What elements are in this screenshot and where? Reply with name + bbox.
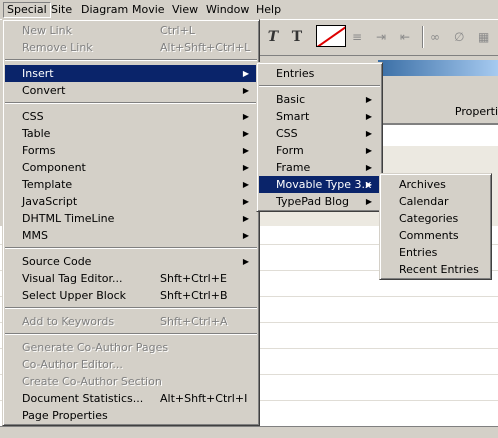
code-button[interactable]: T bbox=[286, 26, 308, 48]
link-icon[interactable]: ∞ bbox=[430, 30, 440, 44]
menu-site[interactable]: Site bbox=[48, 2, 75, 18]
menu-item-template[interactable]: Template ▶ bbox=[5, 176, 257, 193]
submenu-arrow-icon: ▶ bbox=[365, 197, 372, 206]
menu-separator bbox=[5, 247, 257, 249]
insert-item-form[interactable]: Form ▶ bbox=[259, 142, 380, 159]
insert-item-movable-type[interactable]: Movable Type 3.x ▶ bbox=[259, 176, 380, 193]
insert-item-basic[interactable]: Basic ▶ bbox=[259, 91, 380, 108]
menu-separator bbox=[259, 85, 380, 87]
special-menu: New Link Ctrl+L Remove Link Alt+Shft+Ctr… bbox=[2, 19, 260, 426]
menu-item-visual-tag-editor[interactable]: Visual Tag Editor... Shft+Ctrl+E bbox=[5, 270, 257, 287]
menu-bar: Special Site Diagram Movie View Window H… bbox=[0, 0, 498, 20]
outdent-icon[interactable]: ⇤ bbox=[400, 30, 410, 44]
indent-icon[interactable]: ⇥ bbox=[376, 30, 386, 44]
menu-item-table[interactable]: Table ▶ bbox=[5, 125, 257, 142]
submenu-arrow-icon: ▶ bbox=[365, 112, 372, 121]
menu-item-dhtml-timeline[interactable]: DHTML TimeLine ▶ bbox=[5, 210, 257, 227]
toolbar-separator bbox=[422, 26, 424, 48]
panel-title-bar bbox=[378, 60, 498, 76]
movable-type-submenu: Archives Calendar Categories Comments En… bbox=[379, 173, 492, 280]
mt-item-calendar[interactable]: Calendar bbox=[382, 193, 489, 210]
text-color-button[interactable] bbox=[316, 25, 346, 47]
menu-item-create-co-author-section[interactable]: Create Co-Author Section bbox=[5, 373, 257, 390]
mt-item-entries[interactable]: Entries bbox=[382, 244, 489, 261]
submenu-arrow-icon: ▶ bbox=[242, 163, 249, 172]
menu-separator bbox=[5, 102, 257, 104]
menu-item-convert[interactable]: Convert ▶ bbox=[5, 82, 257, 99]
submenu-arrow-icon: ▶ bbox=[365, 146, 372, 155]
submenu-arrow-icon: ▶ bbox=[365, 163, 372, 172]
menu-item-co-author-editor[interactable]: Co-Author Editor... bbox=[5, 356, 257, 373]
submenu-arrow-icon: ▶ bbox=[242, 180, 249, 189]
menu-separator bbox=[5, 59, 257, 61]
menu-item-add-to-keywords[interactable]: Add to Keywords Shft+Ctrl+A bbox=[5, 313, 257, 330]
submenu-arrow-icon: ▶ bbox=[242, 112, 249, 121]
submenu-arrow-icon: ▶ bbox=[242, 214, 249, 223]
submenu-arrow-icon: ▶ bbox=[242, 146, 249, 155]
menu-item-source-code[interactable]: Source Code ▶ bbox=[5, 253, 257, 270]
menu-diagram[interactable]: Diagram bbox=[78, 2, 131, 18]
submenu-arrow-icon: ▶ bbox=[242, 129, 249, 138]
menu-item-page-properties[interactable]: Page Properties bbox=[5, 407, 257, 424]
list-indent-icon[interactable]: ≡ bbox=[352, 30, 362, 44]
menu-item-forms[interactable]: Forms ▶ bbox=[5, 142, 257, 159]
menu-view[interactable]: View bbox=[169, 2, 201, 18]
mt-item-comments[interactable]: Comments bbox=[382, 227, 489, 244]
menu-separator bbox=[5, 307, 257, 309]
properties-header: Properti bbox=[378, 100, 498, 124]
image-icon[interactable]: ▦ bbox=[478, 30, 489, 44]
mt-item-archives[interactable]: Archives bbox=[382, 176, 489, 193]
menu-separator bbox=[5, 333, 257, 335]
menu-item-document-statistics[interactable]: Document Statistics... Alt+Shft+Ctrl+I bbox=[5, 390, 257, 407]
menu-item-css[interactable]: CSS ▶ bbox=[5, 108, 257, 125]
insert-item-frame[interactable]: Frame ▶ bbox=[259, 159, 380, 176]
mt-item-recent-entries[interactable]: Recent Entries bbox=[382, 261, 489, 278]
menu-special[interactable]: Special bbox=[3, 2, 51, 18]
menu-window[interactable]: Window bbox=[203, 2, 252, 18]
menu-item-component[interactable]: Component ▶ bbox=[5, 159, 257, 176]
submenu-arrow-icon: ▶ bbox=[365, 129, 372, 138]
menu-item-javascript[interactable]: JavaScript ▶ bbox=[5, 193, 257, 210]
menu-item-generate-co-author-pages[interactable]: Generate Co-Author Pages bbox=[5, 339, 257, 356]
insert-item-smart[interactable]: Smart ▶ bbox=[259, 108, 380, 125]
insert-item-entries[interactable]: Entries bbox=[259, 65, 380, 82]
menu-movie[interactable]: Movie bbox=[129, 2, 168, 18]
menu-item-select-upper-block[interactable]: Select Upper Block Shft+Ctrl+B bbox=[5, 287, 257, 304]
insert-item-typepad-blog[interactable]: TypePad Blog ▶ bbox=[259, 193, 380, 210]
submenu-arrow-icon: ▶ bbox=[242, 197, 249, 206]
document-tab-strip bbox=[0, 426, 498, 438]
submenu-arrow-icon: ▶ bbox=[242, 257, 249, 266]
menu-item-insert[interactable]: Insert ▶ bbox=[5, 65, 257, 82]
properties-label: Properti bbox=[454, 105, 498, 118]
insert-submenu: Entries Basic ▶ Smart ▶ CSS ▶ Form ▶ Frame ▶ … bbox=[256, 62, 383, 212]
menu-help[interactable]: Help bbox=[253, 2, 284, 18]
submenu-arrow-icon: ▶ bbox=[242, 231, 249, 240]
mt-item-categories[interactable]: Categories bbox=[382, 210, 489, 227]
submenu-arrow-icon: ▶ bbox=[242, 86, 249, 95]
submenu-arrow-icon: ▶ bbox=[242, 69, 249, 78]
menu-item-mms[interactable]: MMS ▶ bbox=[5, 227, 257, 244]
italic-button[interactable]: T bbox=[262, 26, 284, 48]
submenu-arrow-icon: ▶ bbox=[365, 95, 372, 104]
anchor-icon[interactable]: ∅ bbox=[454, 30, 464, 44]
formatting-toolbar: T T ≡ ⇥ ⇤ ∞ ∅ ▦ bbox=[258, 20, 498, 56]
menu-item-new-link[interactable]: New Link Ctrl+L bbox=[5, 22, 257, 39]
insert-item-css[interactable]: CSS ▶ bbox=[259, 125, 380, 142]
menu-item-remove-link[interactable]: Remove Link Alt+Shft+Ctrl+L bbox=[5, 39, 257, 56]
submenu-arrow-icon: ▶ bbox=[365, 180, 372, 189]
